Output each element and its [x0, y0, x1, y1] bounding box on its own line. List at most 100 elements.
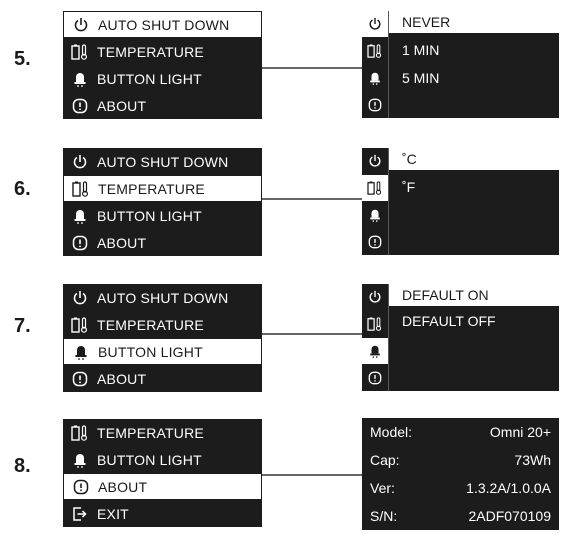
- info-row-capacity: Cap: 73Wh: [362, 446, 559, 474]
- submenu-button-light: DEFAULT ON DEFAULT OFF: [362, 284, 559, 391]
- info-icon: [362, 365, 388, 391]
- bell-icon: [69, 70, 91, 88]
- info-icon: [69, 97, 91, 115]
- bell-icon: [362, 202, 388, 228]
- info-value: Omni 20+: [489, 424, 551, 440]
- battery-thermometer-icon: [362, 175, 388, 201]
- menu-item-temperature[interactable]: TEMPERATURE: [63, 38, 262, 65]
- connector-line: [262, 198, 362, 200]
- about-info-panel: Model: Omni 20+ Cap: 73Wh Ver: 1.3.2A/1.…: [362, 418, 559, 530]
- info-icon: [69, 370, 91, 388]
- menu-item-temperature[interactable]: TEMPERATURE: [63, 419, 262, 446]
- settings-menu: TEMPERATURE BUTTON LIGHT ABOUT EXIT: [63, 419, 262, 527]
- bell-icon: [69, 451, 91, 469]
- power-icon: [69, 153, 91, 171]
- option-5-min[interactable]: 5 MIN: [389, 67, 559, 89]
- menu-item-label: AUTO SHUT DOWN: [97, 153, 229, 170]
- option-never[interactable]: NEVER: [389, 11, 559, 33]
- power-icon: [362, 284, 388, 310]
- battery-thermometer-icon: [69, 43, 91, 61]
- menu-item-label: ABOUT: [97, 234, 147, 251]
- info-icon: [69, 234, 91, 252]
- step-number: 8.: [14, 455, 31, 477]
- menu-item-about[interactable]: ABOUT: [63, 229, 262, 256]
- menu-item-label: BUTTON LIGHT: [98, 343, 203, 360]
- info-row-serial: S/N: 2ADF070109: [362, 502, 559, 530]
- menu-item-label: BUTTON LIGHT: [97, 70, 202, 87]
- submenu-options: ˚C ˚F: [389, 148, 559, 255]
- option-default-off[interactable]: DEFAULT OFF: [389, 310, 559, 332]
- battery-thermometer-icon: [362, 38, 388, 64]
- info-row-model: Model: Omni 20+: [362, 418, 559, 446]
- menu-item-about[interactable]: ABOUT: [63, 473, 262, 500]
- info-icon: [362, 92, 388, 118]
- option-more[interactable]: [389, 93, 559, 115]
- settings-menu: AUTO SHUT DOWN TEMPERATURE BUTTON LIGHT …: [63, 284, 262, 392]
- menu-item-temperature[interactable]: TEMPERATURE: [63, 311, 262, 338]
- menu-item-label: AUTO SHUT DOWN: [97, 289, 229, 306]
- submenu-temperature: ˚C ˚F: [362, 148, 559, 255]
- menu-item-label: TEMPERATURE: [97, 43, 204, 60]
- step-number: 6.: [14, 178, 31, 200]
- menu-item-label: TEMPERATURE: [97, 424, 204, 441]
- bell-icon: [362, 338, 388, 364]
- info-icon: [70, 478, 92, 496]
- submenu-options: NEVER 1 MIN 5 MIN: [389, 11, 559, 118]
- menu-item-button-light[interactable]: BUTTON LIGHT: [63, 446, 262, 473]
- menu-item-label: BUTTON LIGHT: [97, 451, 202, 468]
- info-label: S/N:: [370, 508, 398, 524]
- battery-thermometer-icon: [69, 424, 91, 442]
- power-icon: [362, 11, 388, 37]
- info-value: 1.3.2A/1.0.0A: [466, 480, 551, 496]
- bell-icon: [69, 207, 91, 225]
- settings-menu: AUTO SHUT DOWN TEMPERATURE BUTTON LIGHT …: [63, 11, 262, 119]
- submenu-icon-column: [362, 284, 389, 391]
- menu-item-label: ABOUT: [97, 97, 147, 114]
- menu-item-about[interactable]: ABOUT: [63, 365, 262, 392]
- power-icon: [362, 148, 388, 174]
- menu-item-label: TEMPERATURE: [97, 316, 204, 333]
- menu-item-button-light[interactable]: BUTTON LIGHT: [63, 65, 262, 92]
- bell-icon: [362, 65, 388, 91]
- step-number: 5.: [14, 48, 31, 70]
- battery-thermometer-icon: [362, 311, 388, 337]
- submenu-icon-column: [362, 11, 389, 118]
- option-fahrenheit[interactable]: ˚F: [389, 176, 559, 198]
- menu-item-temperature[interactable]: TEMPERATURE: [63, 175, 262, 202]
- option-celsius[interactable]: ˚C: [389, 148, 559, 170]
- submenu-icon-column: [362, 148, 389, 255]
- power-icon: [69, 289, 91, 307]
- option-1-min[interactable]: 1 MIN: [389, 39, 559, 61]
- power-icon: [70, 16, 92, 34]
- settings-menu: AUTO SHUT DOWN TEMPERATURE BUTTON LIGHT …: [63, 148, 262, 256]
- submenu-auto-shut-down: NEVER 1 MIN 5 MIN: [362, 11, 559, 118]
- menu-item-button-light[interactable]: BUTTON LIGHT: [63, 202, 262, 229]
- menu-item-exit[interactable]: EXIT: [63, 500, 262, 527]
- menu-item-auto-shut-down[interactable]: AUTO SHUT DOWN: [63, 148, 262, 175]
- bell-icon: [70, 343, 92, 361]
- connector-line: [262, 333, 362, 335]
- menu-item-label: AUTO SHUT DOWN: [98, 16, 230, 33]
- menu-item-label: BUTTON LIGHT: [97, 207, 202, 224]
- menu-item-label: ABOUT: [98, 478, 148, 495]
- menu-item-label: EXIT: [97, 505, 129, 522]
- option-default-on[interactable]: DEFAULT ON: [389, 284, 559, 306]
- step-number: 7.: [14, 315, 31, 337]
- info-row-version: Ver: 1.3.2A/1.0.0A: [362, 474, 559, 502]
- menu-item-label: TEMPERATURE: [98, 180, 205, 197]
- menu-item-auto-shut-down[interactable]: AUTO SHUT DOWN: [63, 11, 262, 38]
- menu-item-auto-shut-down[interactable]: AUTO SHUT DOWN: [63, 284, 262, 311]
- info-value: 2ADF070109: [468, 508, 551, 524]
- menu-item-about[interactable]: ABOUT: [63, 92, 262, 119]
- info-icon: [362, 229, 388, 255]
- submenu-options: DEFAULT ON DEFAULT OFF: [389, 284, 559, 391]
- info-value: 73Wh: [514, 452, 551, 468]
- menu-item-label: ABOUT: [97, 370, 147, 387]
- battery-thermometer-icon: [69, 316, 91, 334]
- info-label: Cap:: [370, 452, 400, 468]
- battery-thermometer-icon: [70, 180, 92, 198]
- info-label: Model:: [370, 424, 413, 440]
- menu-item-button-light[interactable]: BUTTON LIGHT: [63, 338, 262, 365]
- connector-line: [262, 474, 362, 476]
- exit-icon: [69, 505, 91, 523]
